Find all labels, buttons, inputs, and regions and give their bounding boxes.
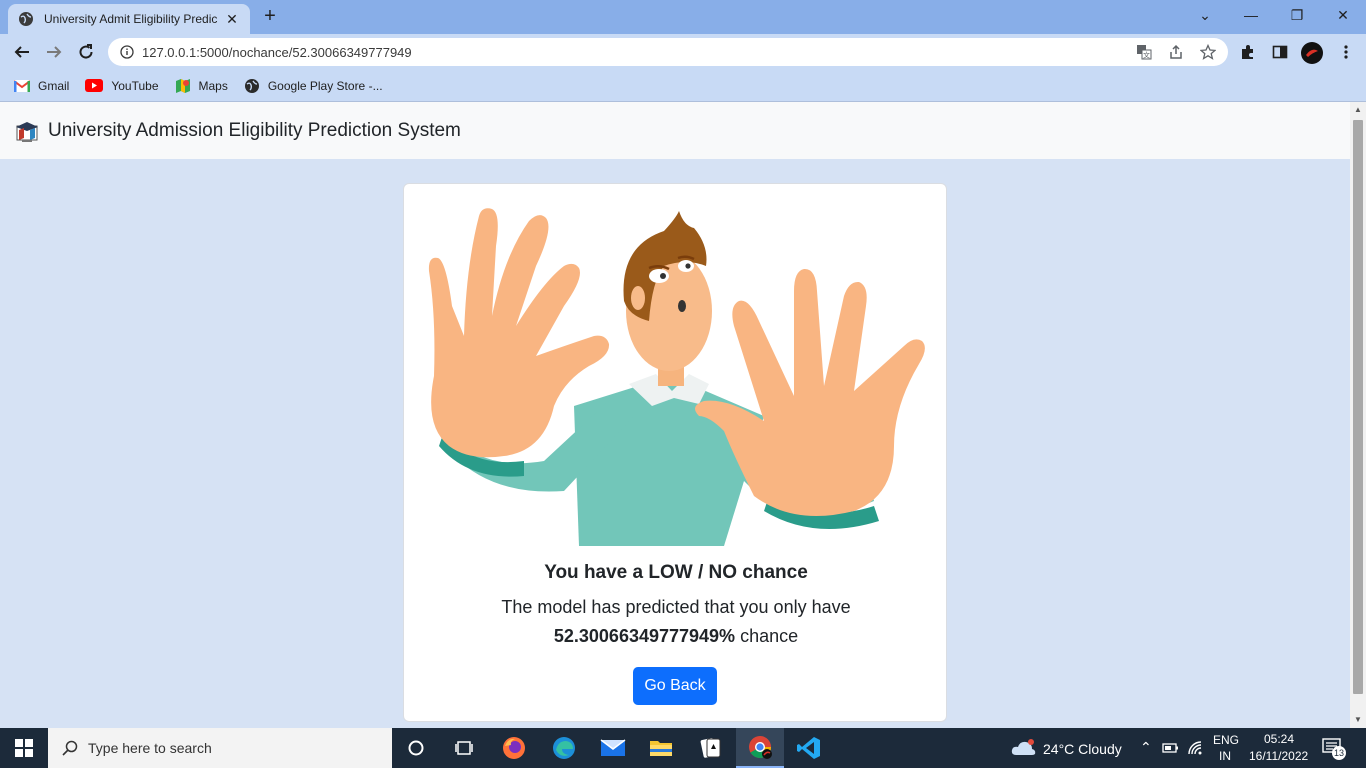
- gmail-icon: [14, 79, 30, 92]
- bookmark-maps[interactable]: Maps: [175, 78, 228, 94]
- mail-icon: [600, 739, 626, 756]
- reload-button[interactable]: [72, 38, 100, 66]
- taskbar-chrome[interactable]: [736, 728, 784, 768]
- result-card: You have a LOW / NO chance The model has…: [403, 183, 947, 722]
- cortana-circle-icon: [408, 740, 424, 756]
- page-scrollbar[interactable]: ▲ ▼: [1350, 102, 1366, 728]
- result-percentage-line: 52.30066349777949% chance: [404, 626, 948, 647]
- notification-center-button[interactable]: 13: [1322, 738, 1346, 760]
- chrome-icon: [749, 736, 772, 759]
- new-tab-button[interactable]: +: [259, 6, 281, 28]
- clock-time[interactable]: 05:24: [1264, 732, 1294, 746]
- task-view-icon: [455, 741, 473, 755]
- browser-toolbar: 127.0.0.1:5000/nochance/52.3006634977794…: [0, 34, 1366, 70]
- info-icon[interactable]: [120, 45, 134, 59]
- tab-search-icon[interactable]: ⌄: [1182, 0, 1228, 30]
- taskbar-firefox[interactable]: [490, 728, 538, 768]
- predicted-percentage: 52.30066349777949%: [553, 626, 736, 646]
- taskbar-file-explorer[interactable]: [637, 728, 685, 768]
- browser-tab-strip: University Admit Eligibility Predic ✕ + …: [0, 0, 1366, 34]
- show-hidden-icons-chevron-icon[interactable]: ⌃: [1140, 739, 1152, 756]
- scroll-up-arrow-icon[interactable]: ▲: [1350, 102, 1366, 118]
- browser-tab[interactable]: University Admit Eligibility Predic ✕: [8, 4, 250, 34]
- weather-text[interactable]: 24°C Cloudy: [1043, 741, 1122, 757]
- weather-cloud-icon[interactable]: [1010, 738, 1036, 758]
- result-description: The model has predicted that you only ha…: [501, 597, 851, 617]
- search-icon: [62, 740, 78, 756]
- globe-icon: [244, 78, 259, 93]
- language-indicator[interactable]: ENG: [1213, 733, 1239, 747]
- app-brand-title[interactable]: University Admission Eligibility Predict…: [48, 120, 461, 142]
- firefox-icon: [503, 737, 525, 759]
- folder-icon: [650, 741, 672, 756]
- wifi-icon[interactable]: [1187, 740, 1203, 756]
- more-menu-icon[interactable]: [1338, 44, 1354, 60]
- tab-title: University Admit Eligibility Predic: [44, 12, 218, 26]
- windows-logo-icon: [15, 739, 33, 757]
- windows-taskbar: Type here to search 24°C Cloudy ⌃ ENG IN…: [0, 728, 1366, 768]
- restore-button[interactable]: ❐: [1274, 0, 1320, 30]
- notification-count-badge: 13: [1332, 746, 1346, 760]
- scroll-thumb[interactable]: [1353, 120, 1363, 694]
- bookmark-label: Gmail: [38, 78, 70, 93]
- edge-icon: [553, 737, 575, 759]
- cards-icon: [700, 738, 721, 758]
- graduation-logo-icon[interactable]: [14, 118, 40, 144]
- bookmark-play-store[interactable]: Google Play Store -...: [244, 78, 383, 94]
- profile-avatar[interactable]: [1300, 41, 1324, 65]
- youtube-icon: [85, 79, 104, 92]
- address-bar[interactable]: 127.0.0.1:5000/nochance/52.3006634977794…: [108, 38, 1228, 66]
- result-title: You have a LOW / NO chance: [544, 562, 808, 583]
- start-button[interactable]: [0, 728, 48, 768]
- taskbar-search-box[interactable]: Type here to search: [48, 728, 392, 768]
- forward-button[interactable]: [40, 38, 68, 66]
- bookmark-label: Google Play Store -...: [267, 78, 383, 93]
- clock-date: 16/11/2022: [1249, 749, 1309, 763]
- share-icon[interactable]: [1168, 44, 1184, 60]
- extensions-puzzle-icon[interactable]: [1240, 44, 1256, 60]
- bookmark-youtube[interactable]: YouTube: [85, 78, 159, 93]
- vscode-icon: [797, 737, 820, 759]
- url-text[interactable]: 127.0.0.1:5000/nochance/52.3006634977794…: [142, 45, 412, 60]
- language-region: IN: [1219, 749, 1231, 763]
- close-window-button[interactable]: ✕: [1320, 0, 1366, 30]
- translate-icon[interactable]: 文: [1136, 44, 1152, 60]
- page-viewport: University Admission Eligibility Predict…: [0, 102, 1350, 728]
- globe-icon: [19, 12, 33, 26]
- taskbar-solitaire[interactable]: [687, 728, 735, 768]
- scroll-down-arrow-icon[interactable]: ▼: [1350, 712, 1366, 728]
- taskbar-mail[interactable]: [589, 728, 637, 768]
- reload-icon: [79, 44, 93, 59]
- taskbar-search-placeholder: Type here to search: [88, 740, 212, 756]
- taskbar-vscode[interactable]: [785, 728, 833, 768]
- bookmark-label: Maps: [198, 78, 228, 93]
- go-back-button[interactable]: Go Back: [633, 667, 717, 705]
- back-arrow-icon: [14, 46, 29, 58]
- maps-icon: [175, 78, 190, 93]
- bookmark-star-icon[interactable]: [1200, 44, 1216, 60]
- svg-text:文: 文: [1143, 51, 1150, 60]
- app-navbar: University Admission Eligibility Predict…: [0, 102, 1350, 159]
- battery-icon[interactable]: [1161, 741, 1179, 755]
- bookmarks-bar: Gmail YouTube Maps Google Play Store -..…: [0, 70, 1366, 102]
- back-button[interactable]: [8, 38, 36, 66]
- forward-arrow-icon: [47, 46, 62, 58]
- side-panel-icon[interactable]: [1272, 44, 1288, 60]
- minimize-button[interactable]: —: [1228, 0, 1274, 30]
- cortana-button[interactable]: [392, 728, 440, 768]
- percentage-suffix: chance: [735, 626, 799, 646]
- bookmark-label: YouTube: [111, 78, 159, 93]
- stop-hands-illustration: [428, 208, 925, 546]
- taskbar-edge[interactable]: [540, 728, 588, 768]
- bookmark-gmail[interactable]: Gmail: [14, 79, 69, 93]
- task-view-button[interactable]: [440, 728, 488, 768]
- tab-close-icon[interactable]: ✕: [224, 11, 240, 28]
